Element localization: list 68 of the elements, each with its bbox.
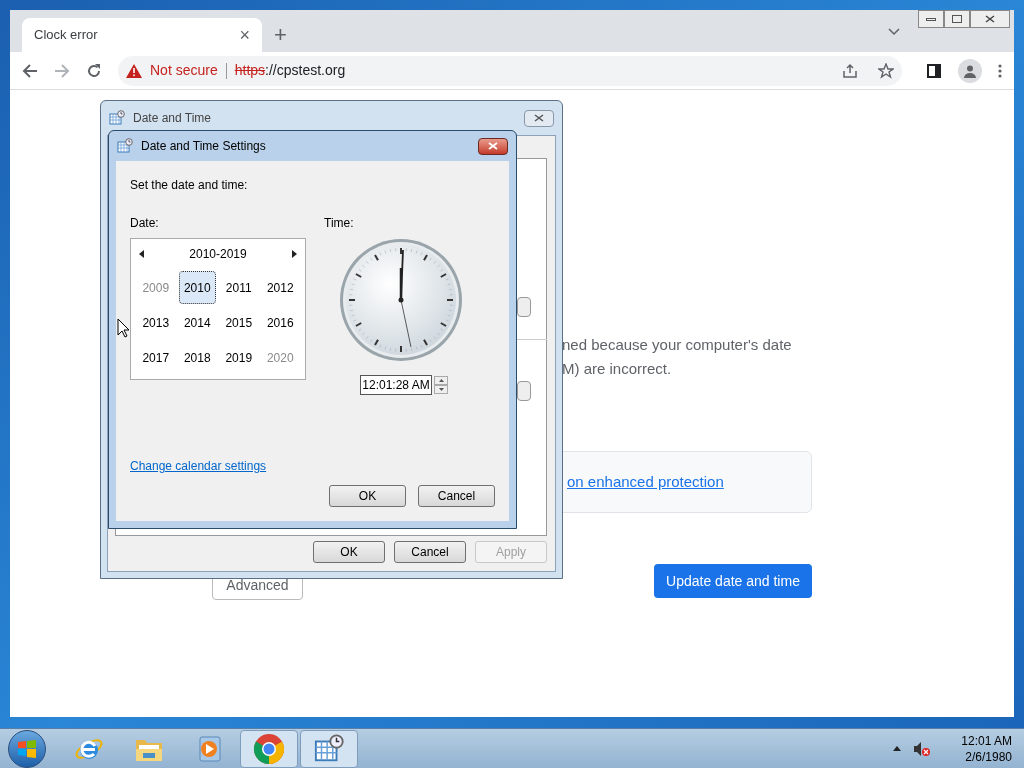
taskbar-button[interactable] (240, 729, 298, 768)
year-cell[interactable]: 2019 (220, 341, 258, 374)
close-icon (488, 142, 498, 150)
window-title: Date and Time Settings (141, 138, 266, 155)
next-icon[interactable] (292, 250, 297, 258)
dialog-button[interactable]: OK (329, 485, 406, 507)
update-button[interactable]: Update date and time (654, 564, 812, 598)
back-icon[interactable] (22, 62, 38, 79)
media-player-icon (196, 734, 222, 763)
dialog-button[interactable]: Cancel (394, 541, 466, 563)
year-cell[interactable]: 2015 (220, 306, 258, 339)
year-cell[interactable]: 2013 (137, 306, 175, 339)
year-cell[interactable]: 2009 (137, 271, 175, 304)
star-icon[interactable] (878, 62, 894, 79)
clock-date[interactable]: 2/6/1980 (965, 748, 1012, 765)
window-title: Date and Time (133, 110, 212, 127)
year-cell[interactable]: 2014 (178, 306, 216, 339)
maximize-button[interactable] (944, 10, 970, 28)
taskbar-button[interactable] (300, 729, 358, 768)
year-cell[interactable]: 2016 (261, 306, 299, 339)
calendar-header[interactable]: 2010-2019 (189, 245, 247, 263)
speaker-muted-icon[interactable] (913, 740, 932, 757)
reload-icon[interactable] (86, 62, 102, 79)
calendar-settings-link[interactable]: Change calendar settings (130, 457, 267, 475)
address-bar[interactable]: Not secure https://cpstest.org (118, 55, 902, 86)
year-cell[interactable]: 2020 (261, 341, 299, 374)
close-button[interactable] (970, 10, 1010, 28)
minimize-button[interactable] (918, 10, 944, 28)
url-text: https://cpstest.org (234, 61, 346, 80)
calendar-clock-icon (314, 733, 344, 764)
close-button[interactable] (478, 137, 508, 155)
year-cell[interactable]: 2010 (178, 271, 216, 304)
new-tab-button[interactable]: + (274, 24, 287, 46)
menu-icon[interactable] (998, 62, 1002, 79)
side-panel-icon[interactable] (926, 62, 942, 79)
year-cell[interactable]: 2017 (137, 341, 175, 374)
year-cell[interactable]: 2012 (261, 271, 299, 304)
previous-icon[interactable] (139, 250, 144, 258)
calendar-clock-icon (109, 110, 125, 126)
show-hidden-icon[interactable] (893, 746, 902, 751)
windows-logo-icon (17, 738, 37, 759)
browser-tab[interactable]: Clock error × (22, 18, 262, 52)
dialog-button[interactable]: OK (313, 541, 385, 563)
close-icon (534, 114, 544, 122)
spin-buttons[interactable] (434, 376, 448, 394)
chrome-icon (253, 732, 285, 765)
time-label: Time: (324, 215, 355, 232)
year-cell[interactable]: 2011 (220, 271, 258, 304)
message-text: ned because your computer's date (562, 336, 792, 354)
message-text: M) are incorrect. (562, 360, 673, 378)
prompt-text: Set the date and time: (130, 177, 249, 194)
time-field[interactable]: 12:01:28 AM (360, 375, 432, 395)
date-label: Date: (130, 215, 160, 232)
close-icon (985, 15, 995, 23)
close-icon[interactable]: × (239, 26, 250, 44)
chevron-down-icon[interactable] (888, 28, 900, 36)
start-button[interactable] (8, 729, 46, 768)
profile-icon[interactable] (958, 58, 982, 83)
protection-link[interactable]: on enhanced protection (567, 470, 724, 494)
calendar-clock-icon (117, 138, 133, 154)
warning-icon (126, 63, 142, 78)
clock-time[interactable]: 12:01 AM (961, 732, 1012, 749)
year-cell[interactable]: 2018 (178, 341, 216, 374)
tab-title: Clock error (34, 26, 98, 45)
share-icon[interactable] (842, 62, 858, 79)
security-label: Not secure (150, 61, 218, 80)
dialog-button[interactable]: Cancel (418, 485, 495, 507)
close-button[interactable] (524, 109, 554, 127)
